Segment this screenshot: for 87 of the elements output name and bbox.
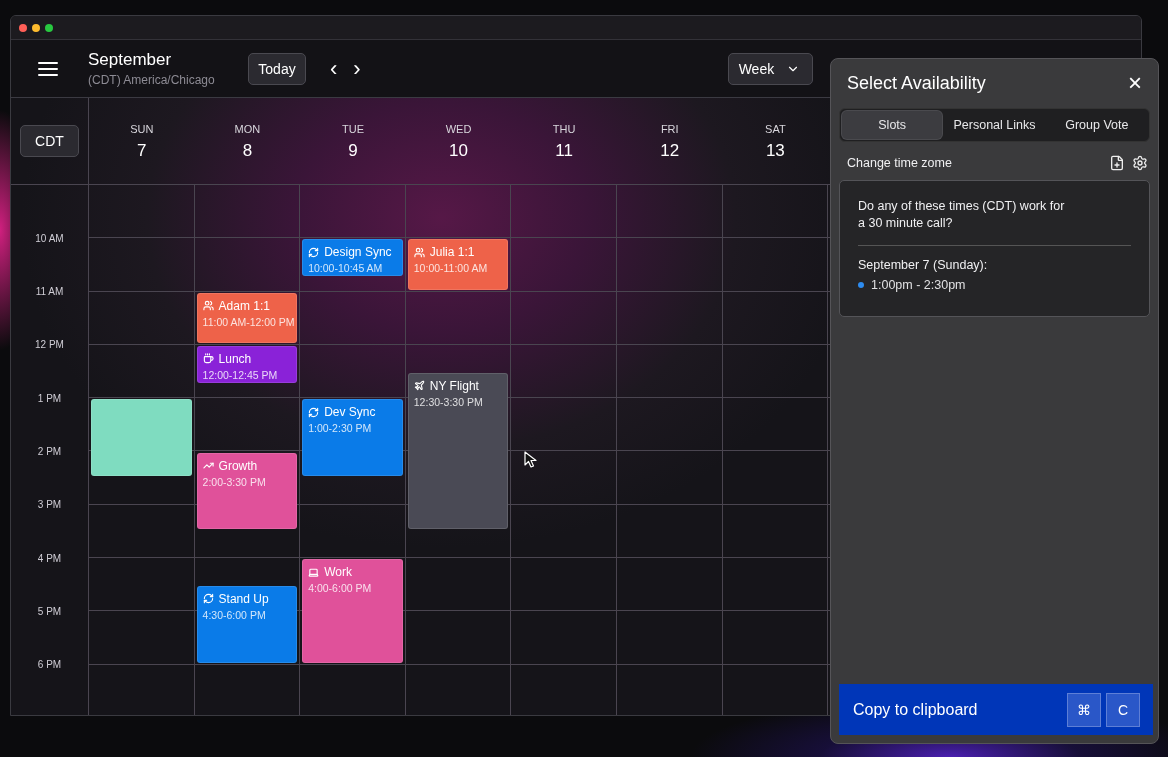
event-title: Julia 1:1 <box>429 245 475 260</box>
event-time: 4:00-6:00 PM <box>308 582 373 595</box>
refresh-icon <box>308 246 320 258</box>
copy-button[interactable]: Copy to clipboard ⌘ C <box>839 684 1153 735</box>
day-column[interactable]: Adam 1:1 11:00 AM-12:00 PM Lunch 12:00-12:45 PM Growth 2:00-3:30 PM Stand Up 4:30-6:00 PM <box>194 185 301 715</box>
event-title: NY Flight <box>429 378 479 393</box>
add-note-icon[interactable] <box>1109 155 1125 171</box>
event-time: 4:30-6:00 PM <box>202 608 267 621</box>
date-number: 11 <box>555 141 573 161</box>
event-time: 2:00-3:30 PM <box>202 475 267 488</box>
maximize-dot-icon[interactable] <box>45 23 53 32</box>
date-number: 13 <box>765 141 785 161</box>
trend-icon <box>202 460 214 471</box>
panel-title: Select Availability <box>847 72 986 94</box>
date-number: 10 <box>449 141 469 161</box>
hour-label: 5 PM <box>36 604 63 619</box>
message-text: Do any of these times (CDT) work for a 30 minute call? <box>858 198 1066 232</box>
event-card[interactable]: Dev Sync 1:00-2:30 PM <box>302 399 403 477</box>
slot-time: 1:00pm - 2:30pm <box>871 278 966 292</box>
key-cap: ⌘ <box>1067 692 1101 727</box>
day-column[interactable] <box>89 185 195 715</box>
event-time: 10:00-10:45 AM <box>308 262 384 275</box>
event-title: Adam 1:1 <box>218 298 270 313</box>
event-time: 12:30-3:30 PM <box>413 395 484 408</box>
day-column[interactable]: Design Sync 10:00-10:45 AM Dev Sync 1:00-2:30 PM Work 4:00-6:00 PM <box>300 185 406 715</box>
event-card[interactable]: Design Sync 10:00-10:45 AM <box>302 239 403 277</box>
event-title: Dev Sync <box>324 405 376 420</box>
tab[interactable]: Group Vote <box>1046 111 1147 139</box>
tab[interactable]: Personal Links <box>944 111 1045 139</box>
day-column[interactable]: Julia 1:1 10:00-11:00 AM NY Flight 12:30-3:30 PM <box>405 185 512 715</box>
laptop-icon <box>308 566 320 578</box>
people-icon <box>202 300 214 312</box>
date-number: 8 <box>242 141 253 161</box>
event-title: Lunch <box>218 351 252 366</box>
event-time: 10:00-11:00 AM <box>413 262 489 275</box>
event-card[interactable]: NY Flight 12:30-3:30 PM <box>407 372 509 530</box>
refresh-icon <box>202 593 214 605</box>
weekday-label: FRI <box>660 123 679 135</box>
event-title: Stand Up <box>218 591 269 606</box>
event-time: 11:00 AM-12:00 PM <box>202 315 292 328</box>
event-title: Work <box>324 565 352 580</box>
event-time: 12:00-12:45 PM <box>202 368 279 381</box>
tab[interactable]: Slots <box>842 111 943 139</box>
cup-icon <box>202 353 214 365</box>
hour-label: 12 PM <box>34 338 65 353</box>
hour-label: 10 AM <box>34 231 65 246</box>
hour-label: 2 PM <box>36 444 63 459</box>
event-card[interactable]: Stand Up 4:30-6:00 PM <box>196 585 298 663</box>
today-button[interactable]: Today <box>248 52 306 85</box>
timezone-button[interactable]: CDT <box>20 125 79 157</box>
weekday-label: WED <box>445 123 472 135</box>
previous-button[interactable]: ‹ <box>326 57 342 80</box>
hour-label: 4 PM <box>36 551 63 566</box>
event-card[interactable]: Growth 2:00-3:30 PM <box>196 452 298 530</box>
hour-label: 11 AM <box>34 285 65 300</box>
close-dot-icon[interactable] <box>19 23 27 32</box>
weekday-label: TUE <box>342 123 364 135</box>
date-number: 12 <box>660 141 680 161</box>
event-title: Design Sync <box>324 245 392 260</box>
menu-icon[interactable] <box>38 60 58 77</box>
timezone-label: (CDT) America/Chicago <box>88 73 216 87</box>
key-cap: C <box>1106 692 1140 727</box>
minimize-dot-icon[interactable] <box>32 23 40 32</box>
event-time: 1:00-2:30 PM <box>308 422 373 435</box>
settings-icon[interactable] <box>1132 155 1148 171</box>
weekday-label: MON <box>234 123 261 135</box>
hour-label: 1 PM <box>36 391 63 406</box>
hour-label: 3 PM <box>36 498 63 513</box>
event-card[interactable]: Work 4:00-6:00 PM <box>302 559 403 663</box>
view-select[interactable]: Week <box>727 52 813 85</box>
weekday-label: SAT <box>765 123 786 135</box>
hour-label: 6 PM <box>36 658 63 673</box>
date-number: 9 <box>348 141 358 161</box>
close-button[interactable]: × <box>1128 71 1142 95</box>
weekday-label: SUN <box>130 123 154 135</box>
month-title: September <box>88 50 173 70</box>
people-icon <box>413 246 425 258</box>
plane-icon <box>413 380 425 392</box>
refresh-icon <box>308 406 320 418</box>
date-number: 7 <box>137 141 147 161</box>
cursor-icon <box>524 451 540 469</box>
change-timezone-link[interactable]: Change time zome <box>847 156 952 170</box>
event-card[interactable]: Lunch 12:00-12:45 PM <box>196 345 298 383</box>
next-button[interactable]: › <box>349 57 365 80</box>
date-heading: September 7 (Sunday): <box>858 258 989 272</box>
weekday-label: THU <box>552 123 576 135</box>
event-title: Growth <box>218 458 258 473</box>
